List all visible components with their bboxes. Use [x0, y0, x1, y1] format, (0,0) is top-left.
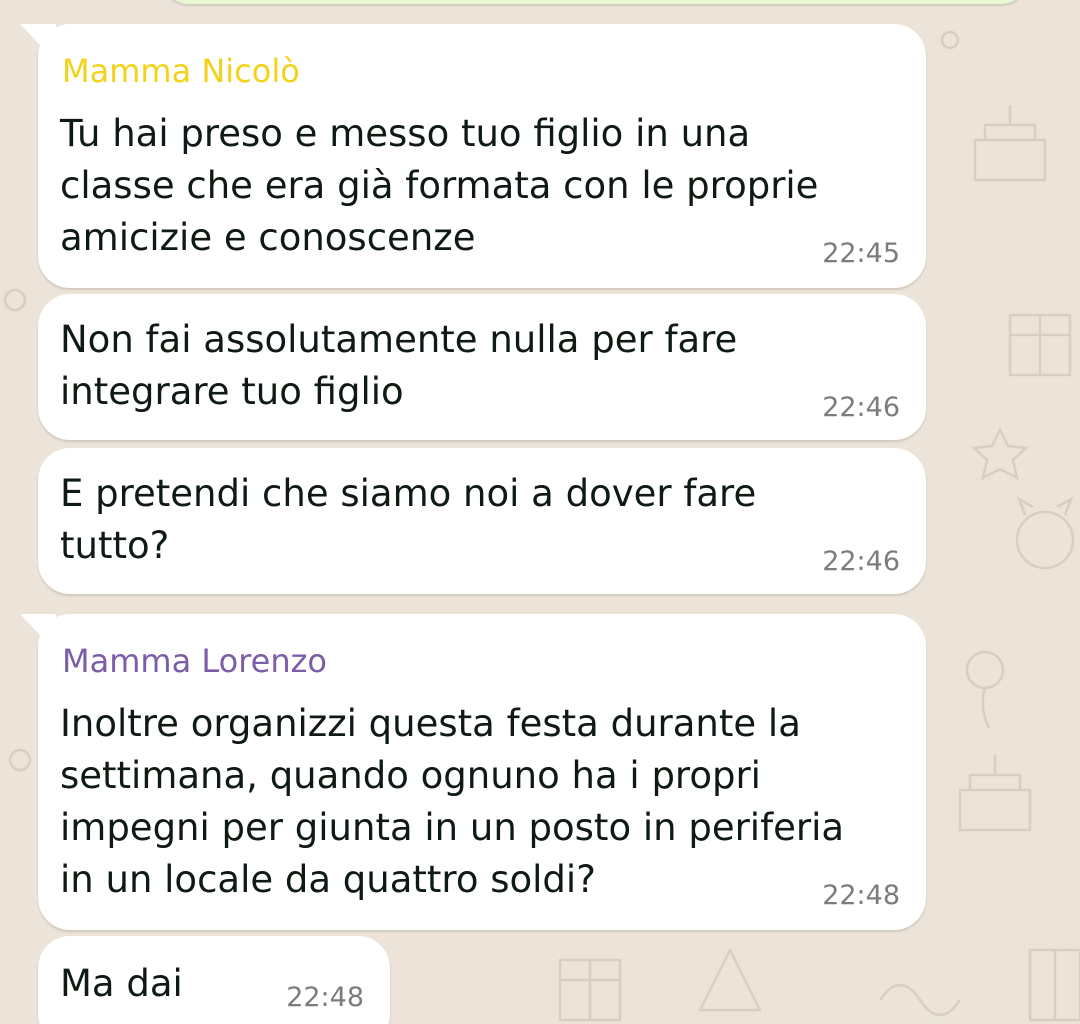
message-text: Ma dai: [60, 962, 183, 1005]
star-doodle: [971, 427, 1029, 481]
outgoing-message-bubble-partial: [160, 0, 1030, 4]
message-text: Non fai assolutamente nulla per fare int…: [60, 318, 738, 413]
message-bubble[interactable]: Non fai assolutamente nulla per fare int…: [38, 294, 926, 440]
cat-doodle: [1015, 496, 1075, 570]
message-timestamp: 22:48: [286, 982, 364, 1013]
bubble-tail: [20, 24, 56, 62]
message-bubble[interactable]: E pretendi che siamo noi a dover fare tu…: [38, 448, 926, 594]
gift-doodle: [1008, 313, 1072, 377]
message-bubble[interactable]: Mamma Nicolò Tu hai preso e messo tuo fi…: [20, 24, 926, 288]
message-timestamp: 22:45: [822, 238, 900, 269]
bubble-tail: [20, 614, 56, 652]
sender-name[interactable]: Mamma Nicolò: [62, 52, 300, 90]
gift-doodle: [558, 948, 1080, 1022]
message-timestamp: 22:48: [822, 880, 900, 911]
message-text: E pretendi che siamo noi a dover fare tu…: [60, 472, 757, 567]
message-timestamp: 22:46: [822, 546, 900, 577]
message-text: Tu hai preso e messo tuo figlio in una c…: [60, 112, 819, 259]
message-bubble[interactable]: Ma dai 22:48: [38, 936, 390, 1024]
party-hat-doodle: [697, 947, 962, 1017]
sender-name[interactable]: Mamma Lorenzo: [62, 642, 327, 680]
balloon-doodle: [965, 650, 1005, 729]
message-bubble[interactable]: Mamma Lorenzo Inoltre organizzi questa f…: [20, 614, 926, 930]
cake-doodle: [973, 105, 1047, 182]
message-timestamp: 22:46: [822, 392, 900, 423]
message-text: Inoltre organizzi questa festa durante l…: [60, 702, 845, 901]
cake-doodle: [958, 755, 1032, 832]
